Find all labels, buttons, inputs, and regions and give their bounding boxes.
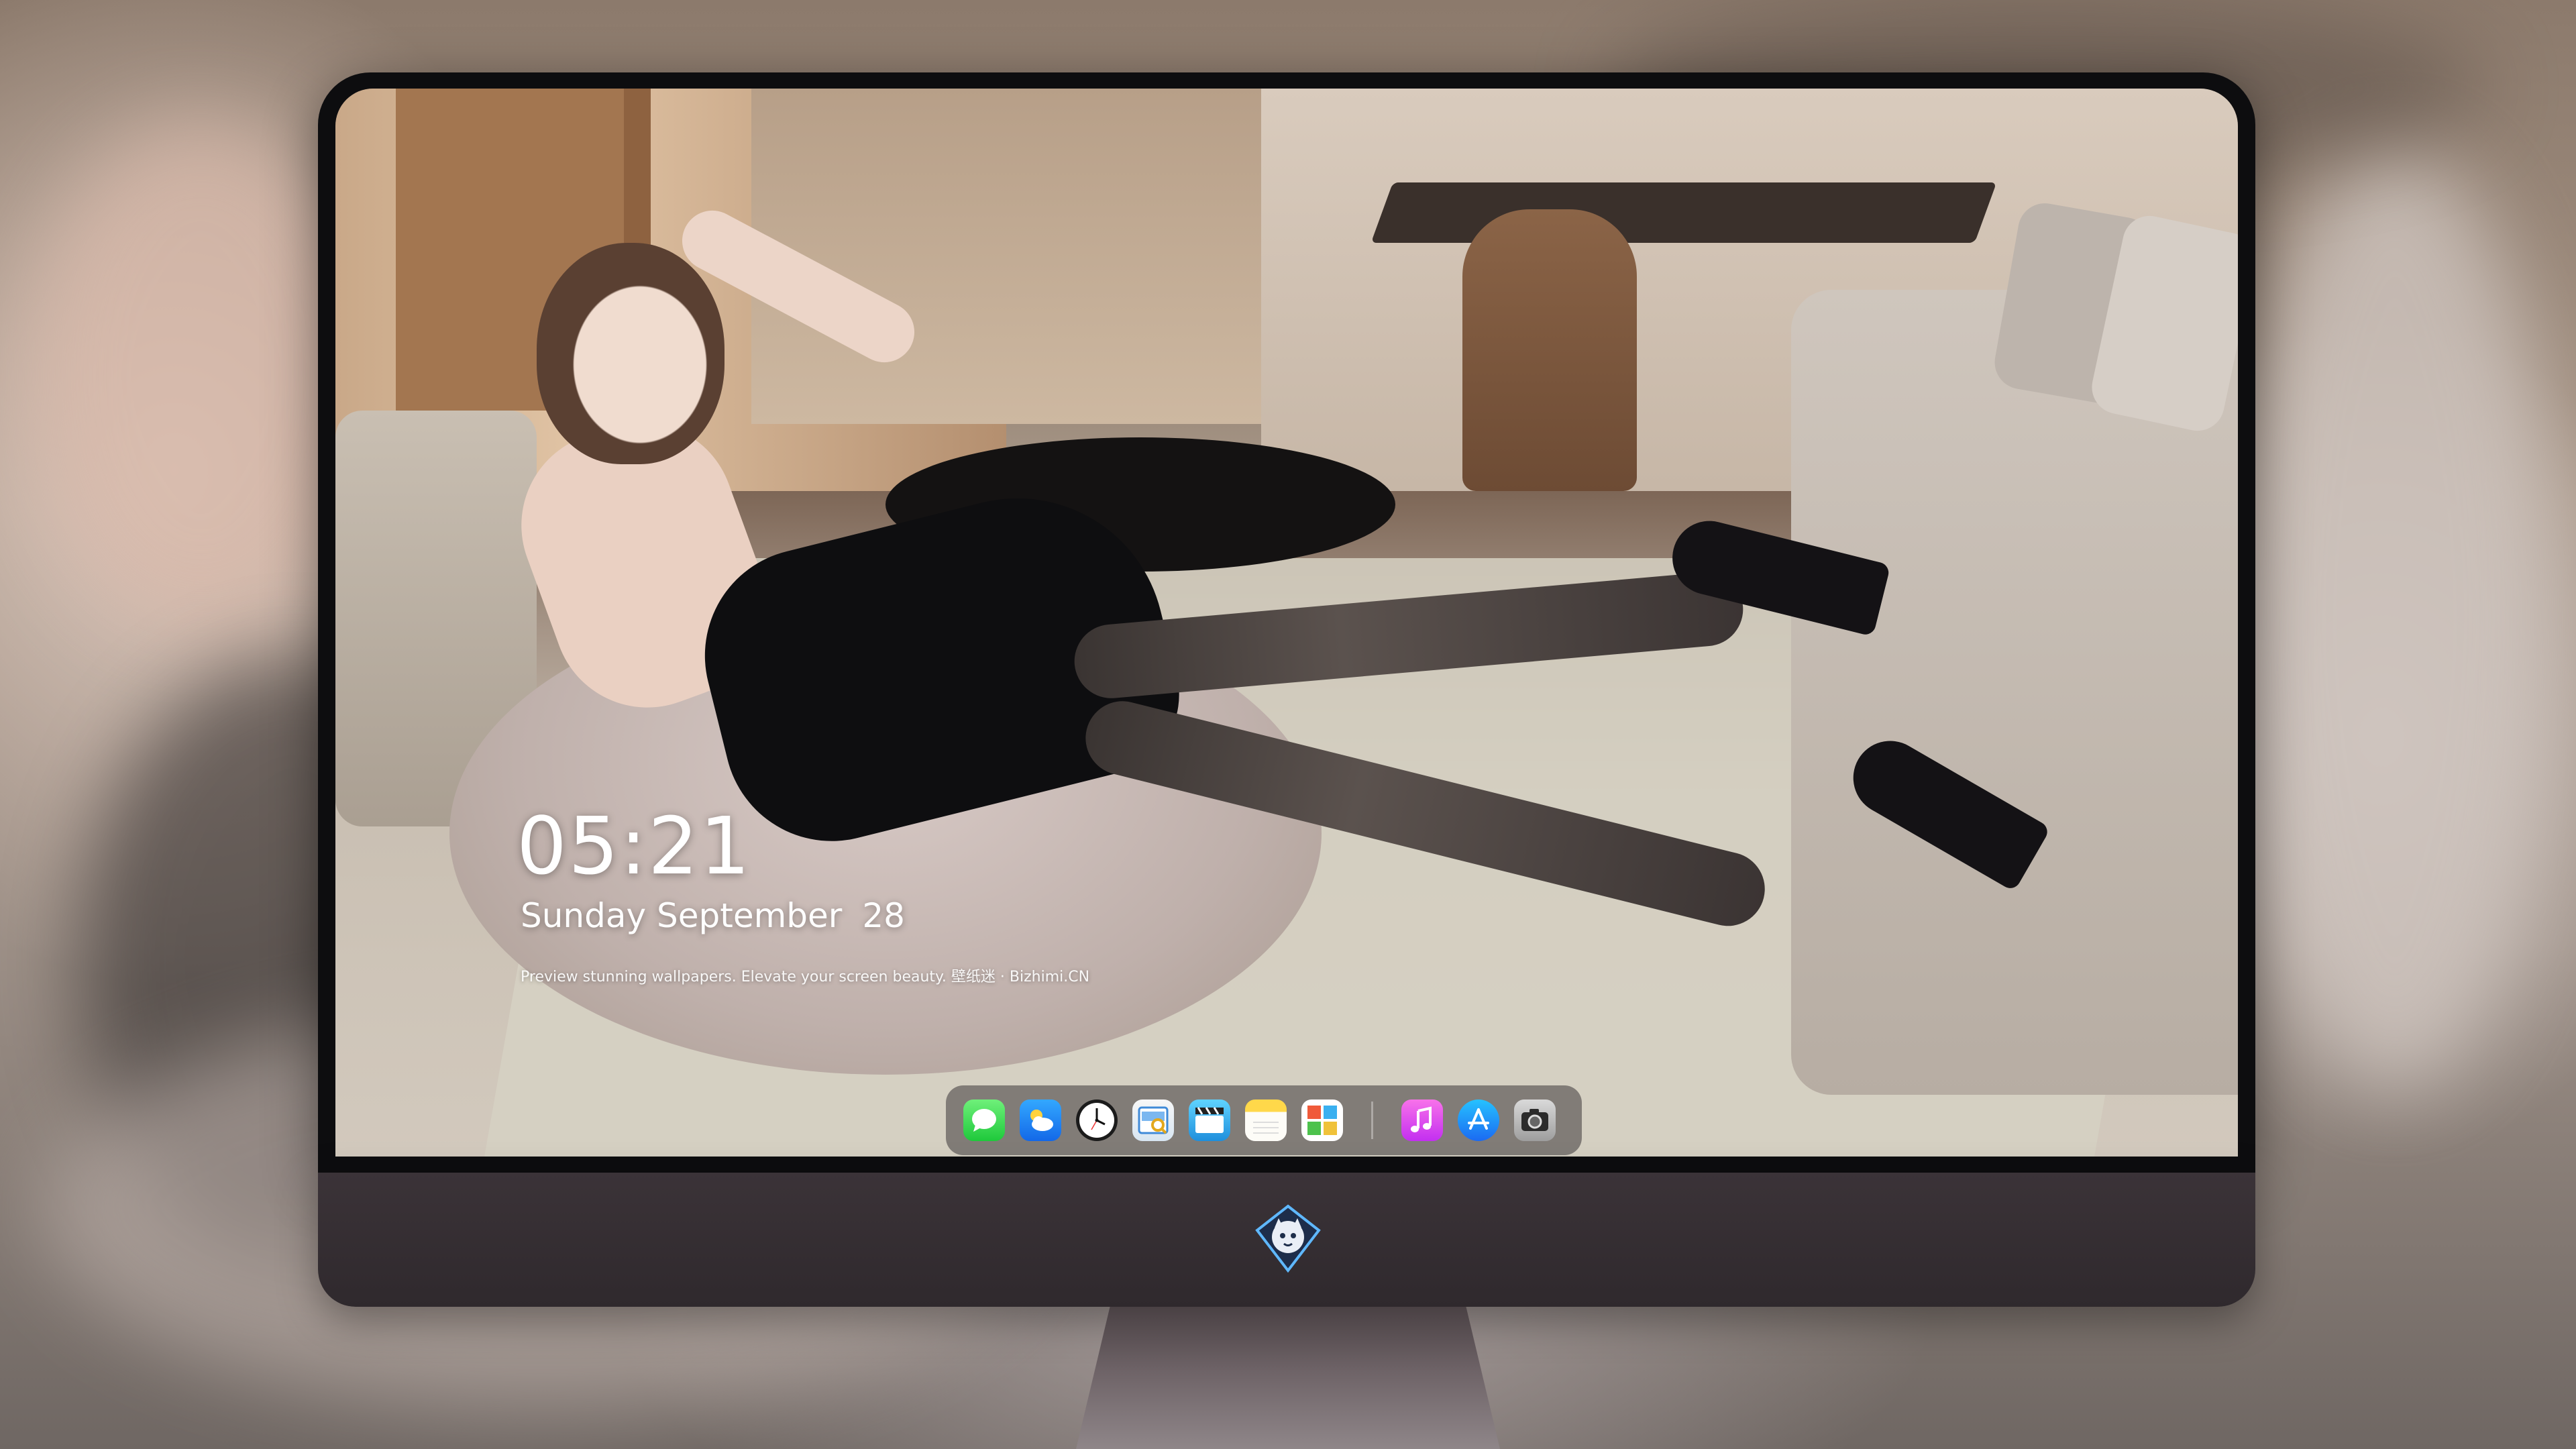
blurred-background-shape	[2234, 148, 2556, 1087]
lock-screen-clock: 05:21	[517, 800, 752, 892]
dock-separator	[1371, 1102, 1373, 1139]
wallpaper-panel	[751, 89, 1261, 424]
monitor-stand	[1076, 1307, 1500, 1449]
dock	[946, 1085, 1582, 1155]
monitor: 05:21 Sunday September 28 Preview stunnin…	[318, 72, 2255, 1307]
desktop-background: 05:21 Sunday September 28 Preview stunnin…	[0, 0, 2576, 1449]
cloud-sun-icon[interactable]	[1020, 1099, 1061, 1141]
camera-icon[interactable]	[1514, 1099, 1556, 1141]
date-weekday-month: Sunday September	[521, 896, 843, 935]
clock-icon[interactable]	[1076, 1099, 1118, 1141]
message-bubble-icon[interactable]	[963, 1099, 1005, 1141]
wallpaper-table	[1371, 182, 1997, 243]
clapperboard-icon[interactable]	[1189, 1099, 1230, 1141]
lock-screen-date: Sunday September 28	[521, 896, 905, 935]
preview-icon[interactable]	[1132, 1099, 1174, 1141]
date-day: 28	[862, 896, 905, 935]
wallpaper-chair	[1462, 209, 1637, 491]
lock-screen-tagline: Preview stunning wallpapers. Elevate you…	[521, 969, 1090, 985]
photos-icon[interactable]	[1301, 1099, 1343, 1141]
notes-icon[interactable]	[1245, 1099, 1287, 1141]
music-note-icon[interactable]	[1401, 1099, 1443, 1141]
mascot-logo-icon	[1253, 1203, 1323, 1273]
wallpaper-figure	[537, 243, 724, 464]
lock-screen[interactable]: 05:21 Sunday September 28 Preview stunnin…	[335, 89, 2238, 1157]
monitor-bezel: 05:21 Sunday September 28 Preview stunnin…	[318, 72, 2255, 1173]
app-store-icon[interactable]	[1458, 1099, 1499, 1141]
